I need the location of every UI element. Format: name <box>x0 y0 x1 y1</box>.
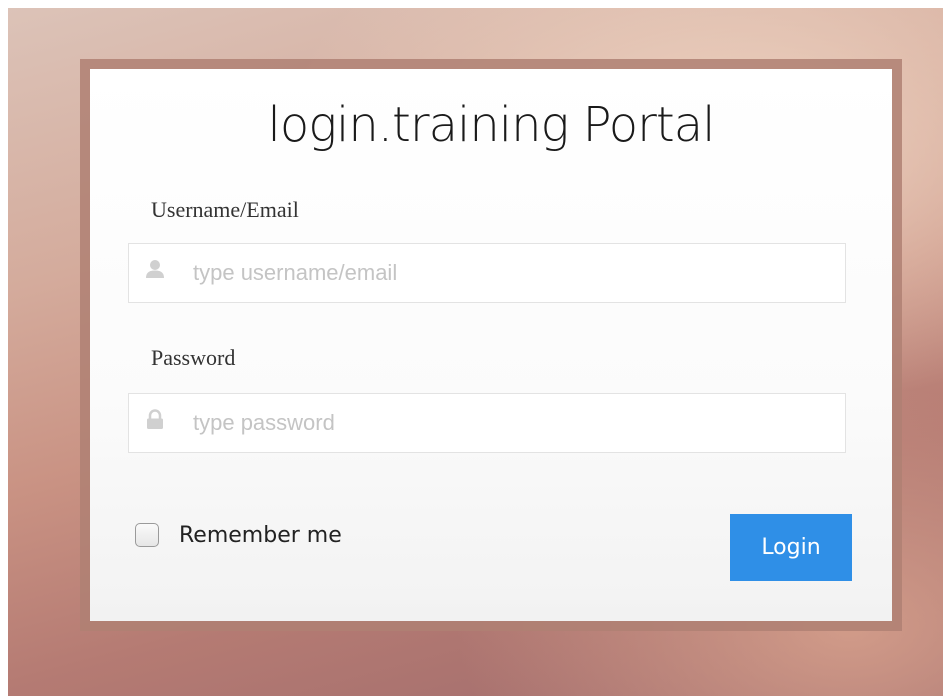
login-card: login.training Portal Username/Email Pas… <box>90 69 892 621</box>
login-button[interactable]: Login <box>730 514 852 581</box>
user-icon <box>146 260 164 278</box>
password-label: Password <box>151 345 236 370</box>
remember-me-checkbox[interactable] <box>135 523 159 547</box>
remember-me-label: Remember me <box>179 522 342 548</box>
lock-icon <box>147 409 163 429</box>
remember-me-row[interactable]: Remember me <box>135 520 342 550</box>
username-input[interactable] <box>193 244 833 302</box>
username-label: Username/Email <box>151 197 299 222</box>
page-title: login.training Portal <box>267 97 716 153</box>
password-field[interactable] <box>128 393 846 453</box>
username-field[interactable] <box>128 243 846 303</box>
password-input[interactable] <box>193 394 833 452</box>
